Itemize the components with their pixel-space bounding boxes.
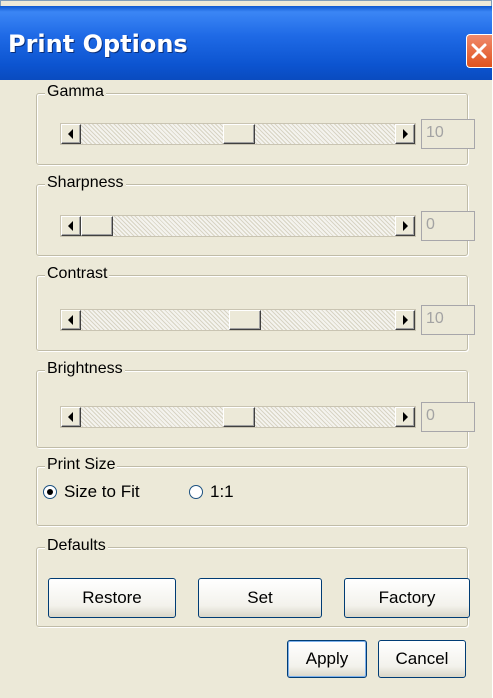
print-size-label: Print Size [45,456,118,474]
arrow-left-icon [68,315,73,325]
print-options-dialog: Print Options Gamma 10 Sharpness 0 Contr… [0,0,492,698]
arrow-right-icon [403,129,408,139]
close-button[interactable] [466,34,492,68]
brightness-slider[interactable] [60,406,416,428]
defaults-label: Defaults [45,537,108,555]
gamma-left-arrow-button[interactable] [61,124,81,144]
gamma-slider-thumb[interactable] [223,124,255,144]
cancel-button[interactable]: Cancel [378,640,466,678]
gamma-slider[interactable] [60,123,416,145]
sharpness-slider[interactable] [60,215,416,237]
close-icon [471,43,487,59]
factory-button[interactable]: Factory [344,578,470,618]
set-button[interactable]: Set [198,578,322,618]
sharpness-group: Sharpness 0 [36,174,475,256]
arrow-left-icon [68,129,73,139]
window-title: Print Options [8,30,188,58]
arrow-right-icon [403,315,408,325]
size-to-fit-radio[interactable] [43,485,57,499]
brightness-left-arrow-button[interactable] [61,407,81,427]
contrast-label: Contrast [45,265,110,283]
brightness-slider-thumb[interactable] [223,407,255,427]
arrow-left-icon [68,412,73,422]
brightness-right-arrow-button[interactable] [395,407,415,427]
apply-button[interactable]: Apply [287,640,367,678]
size-to-fit-label[interactable]: Size to Fit [64,482,140,502]
sharpness-right-arrow-button[interactable] [395,216,415,236]
gamma-right-arrow-button[interactable] [395,124,415,144]
contrast-left-arrow-button[interactable] [61,310,81,330]
brightness-group: Brightness 0 [36,360,475,448]
dialog-content: Gamma 10 Sharpness 0 Contrast 10 Brightn… [0,80,492,698]
one-to-one-label[interactable]: 1:1 [210,482,234,502]
arrow-right-icon [403,412,408,422]
gamma-value-field: 10 [421,119,475,149]
print-size-group: Print Size Size to Fit 1:1 [36,456,468,526]
brightness-value-field: 0 [421,402,475,432]
sharpness-value-field: 0 [421,211,475,241]
contrast-value-field: 10 [421,305,475,335]
defaults-group: Defaults Restore Set Factory [36,537,470,627]
arrow-right-icon [403,221,408,231]
contrast-group: Contrast 10 [36,265,475,351]
sharpness-left-arrow-button[interactable] [61,216,81,236]
arrow-left-icon [68,221,73,231]
contrast-slider[interactable] [60,309,416,331]
contrast-right-arrow-button[interactable] [395,310,415,330]
title-bar[interactable]: Print Options [0,6,492,80]
sharpness-label: Sharpness [45,174,126,192]
radio-selected-dot [47,489,53,495]
restore-button[interactable]: Restore [48,578,176,618]
brightness-label: Brightness [45,360,125,378]
contrast-slider-thumb[interactable] [229,310,261,330]
one-to-one-radio[interactable] [189,485,203,499]
gamma-label: Gamma [45,83,106,101]
sharpness-slider-thumb[interactable] [81,216,113,236]
gamma-group: Gamma 10 [36,83,475,165]
